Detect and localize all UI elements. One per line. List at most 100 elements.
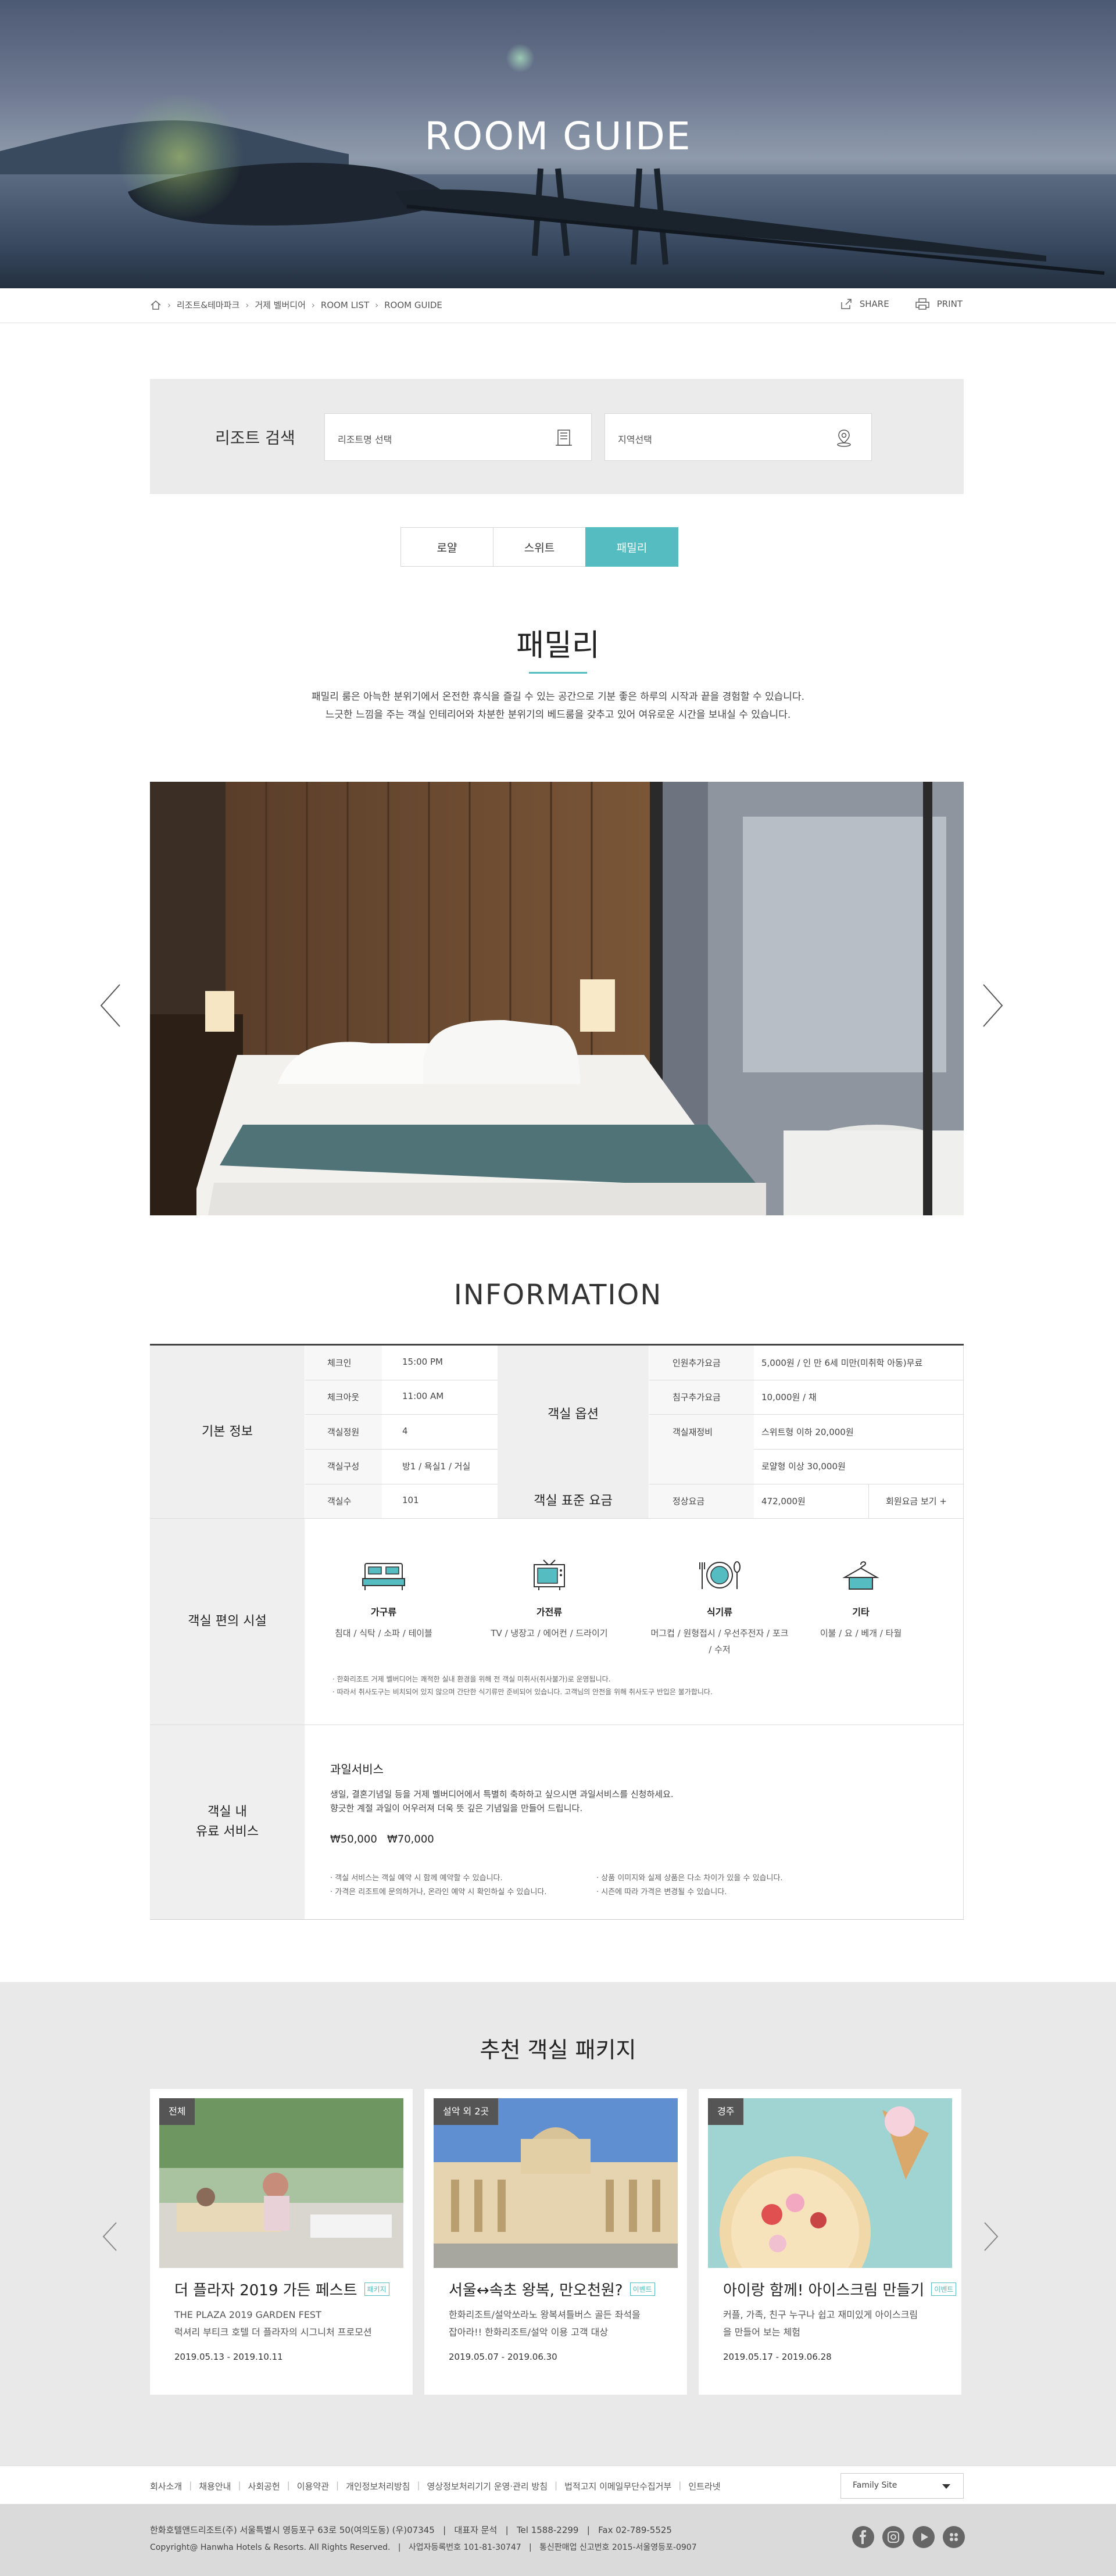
member-rate-link[interactable]: 회원요금 보기 + [886, 1495, 947, 1507]
footer-link-separator: | [238, 2480, 241, 2491]
breadcrumb-item[interactable]: ROOM LIST [321, 300, 369, 310]
youtube-icon[interactable] [913, 2526, 935, 2548]
table-divider [305, 1414, 498, 1415]
resort-select-placeholder: 리조트명 선택 [338, 434, 392, 445]
paid-service-desc: 생일, 결혼기념일 등을 거제 벨버디어에서 특별히 축하하고 싶으시면 과일서… [330, 1789, 674, 1799]
amenity-name: 가구류 [370, 1607, 397, 1618]
basic-value-rooms: 101 [402, 1495, 419, 1505]
print-button[interactable]: PRINT [915, 298, 963, 310]
package-desc-line: THE PLAZA 2019 GARDEN FEST [174, 2309, 321, 2320]
instagram-icon[interactable] [882, 2526, 904, 2548]
resort-search-panel: 리조트 검색 리조트명 선택 지역선택 [150, 379, 964, 494]
room-bedroom-illustration [150, 782, 964, 1215]
paid-service-note: · 시즌에 따라 가격은 변경될 수 있습니다. [596, 1888, 727, 1897]
package-card[interactable]: 설악 외 2곳 서울↔속초 왕복, 만오천원? 이벤트 한화리조트/설악쏘라노 왕… [424, 2089, 687, 2395]
breadcrumb-item[interactable]: 리조트&테마파크 [177, 299, 239, 311]
footer-link[interactable]: 이용약관 [297, 2480, 329, 2492]
option-label-extra-bedding: 침구추가요금 [673, 1392, 721, 1403]
amenity-name: 식기류 [706, 1607, 733, 1618]
option-value-refresh-suite: 스위트형 이하 20,000원 [761, 1427, 854, 1437]
footer-link-separator: | [678, 2480, 682, 2491]
home-icon[interactable] [150, 299, 162, 311]
room-description: 패밀리 룸은 아늑한 분위기에서 온전한 휴식을 즐길 수 있는 공간으로 기분… [0, 688, 1116, 724]
table-divider [649, 1414, 964, 1415]
page-title: ROOM GUIDE [424, 114, 692, 159]
footer-link-separator: | [189, 2480, 192, 2491]
building-icon [556, 430, 572, 446]
share-button[interactable]: SHARE [840, 298, 889, 310]
footer-link-separator: | [287, 2480, 290, 2491]
package-title: 서울↔속초 왕복, 만오천원? [449, 2282, 623, 2299]
paid-service-header-line: 유료 서비스 [195, 1824, 259, 1839]
page: ROOM GUIDE › 리조트&테마파크 › 거제 벨버디어 › ROOM L… [0, 0, 1116, 2576]
breadcrumb-separator: › [167, 299, 171, 310]
amenity-furniture: 가구류 침대 / 식탁 / 소파 / 테이블 [314, 1558, 453, 1641]
slider-next-arrow-icon[interactable] [980, 982, 1006, 1029]
room-photo [150, 782, 964, 1215]
amenity-appliance: 가전류 TV / 냉장고 / 에어컨 / 드라이기 [480, 1558, 619, 1641]
footer-link[interactable]: 채용안내 [199, 2480, 231, 2492]
package-badge: 경주 [708, 2098, 744, 2125]
package-image [708, 2098, 952, 2268]
breadcrumb-separator: › [311, 299, 315, 310]
option-value-extra-bedding: 10,000원 / 채 [761, 1392, 817, 1403]
package-tag: 이벤트 [931, 2282, 957, 2296]
amenity-name: 가전류 [536, 1607, 563, 1618]
option-label-refresh: 객실재정비 [673, 1427, 713, 1437]
table-divider [305, 1449, 498, 1450]
tab-suite[interactable]: 스위트 [493, 527, 586, 567]
package-next-arrow-icon[interactable] [982, 2220, 1000, 2253]
basic-label-checkout: 체크아웃 [327, 1392, 360, 1403]
facebook-icon[interactable] [852, 2526, 874, 2548]
dining-icon [699, 1561, 741, 1589]
footer-link[interactable]: 회사소개 [150, 2480, 182, 2492]
footer-links-bar: 회사소개 | 채용안내 | 사회공헌 | 이용약관 | 개인정보처리방침 | 영상정보처리… [0, 2466, 1116, 2504]
package-title-row: 더 플라자 2019 가든 페스트 패키지 [174, 2278, 389, 2300]
room-rate-header: 객실 표준 요금 [498, 1484, 649, 1518]
paid-service-note: · 상품 이미지와 실제 상품은 다소 차이가 있을 수 있습니다. [596, 1874, 783, 1883]
basic-value-checkin: 15:00 PM [402, 1357, 443, 1367]
resort-select[interactable]: 리조트명 선택 [324, 413, 592, 461]
print-icon [915, 298, 929, 310]
resort-search-label: 리조트 검색 [215, 428, 295, 448]
basic-label-checkin: 체크인 [327, 1358, 352, 1368]
footer-link[interactable]: 개인정보처리방침 [346, 2480, 410, 2492]
table-divider [868, 1484, 869, 1518]
breadcrumb-separator: › [245, 299, 249, 310]
package-card[interactable]: 전체 더 플라자 2019 가든 페스트 패키지 THE PLAZA 2019 G… [150, 2089, 413, 2395]
tab-royal[interactable]: 로얄 [400, 527, 493, 567]
option-value-extra-person: 5,000원 / 인 만 6세 미만(미취학 아동)무료 [761, 1358, 923, 1368]
room-description-line: 느긋한 느낌을 주는 객실 인테리어와 차분한 분위기의 베드룸을 갖추고 있어… [325, 709, 791, 721]
breadcrumb-item[interactable]: 거제 벨버디어 [255, 299, 306, 311]
package-desc-line: 커플, 가족, 친구 누구나 쉽고 재미있게 아이스크림 [723, 2309, 918, 2320]
tv-icon [534, 1559, 565, 1590]
family-site-select[interactable]: Family Site [840, 2473, 964, 2499]
tab-family[interactable]: 패밀리 [585, 527, 678, 567]
slider-prev-arrow-icon[interactable] [98, 982, 123, 1029]
paid-service-desc: 향긋한 계절 과일이 어우러져 더욱 뜻 깊은 기념일을 만들어 드립니다. [330, 1803, 583, 1813]
region-select[interactable]: 지역선택 [604, 413, 872, 461]
footer-link-separator: | [555, 2480, 558, 2491]
room-description-line: 패밀리 룸은 아늑한 분위기에서 온전한 휴식을 즐길 수 있는 공간으로 기분… [312, 691, 804, 703]
basic-label-rooms: 객실수 [327, 1496, 352, 1507]
package-card[interactable]: 경주 아이랑 함께! 아이스크림 만들기 이벤트 커플, 가족, 친구 누구나 쉽… [699, 2089, 961, 2395]
footer-link[interactable]: 법적고지 이메일무단수집거부 [564, 2480, 671, 2492]
package-prev-arrow-icon[interactable] [101, 2220, 119, 2253]
footer-link[interactable]: 사회공헌 [248, 2480, 280, 2492]
lens-flare-small [506, 44, 535, 73]
print-label: PRINT [936, 299, 963, 309]
location-pin-icon [837, 430, 851, 447]
basic-info-header: 기본 정보 [150, 1346, 305, 1518]
footer-link[interactable]: 영상정보처리기기 운영·관리 방침 [427, 2480, 548, 2492]
rate-value: 472,000원 [761, 1496, 806, 1507]
footer-link[interactable]: 인트라넷 [688, 2480, 720, 2492]
blog-icon[interactable] [943, 2526, 965, 2548]
region-select-placeholder: 지역선택 [618, 434, 652, 445]
share-label: SHARE [859, 299, 889, 309]
ice-cream-illustration [708, 2098, 952, 2268]
room-option-header: 객실 옵션 [498, 1346, 649, 1484]
hanger-icon [842, 1561, 879, 1590]
package-tag: 이벤트 [629, 2282, 655, 2296]
footer-links: 회사소개 | 채용안내 | 사회공헌 | 이용약관 | 개인정보처리방침 | 영상정보처리… [150, 2480, 728, 2492]
package-title: 더 플라자 2019 가든 페스트 [174, 2282, 357, 2299]
